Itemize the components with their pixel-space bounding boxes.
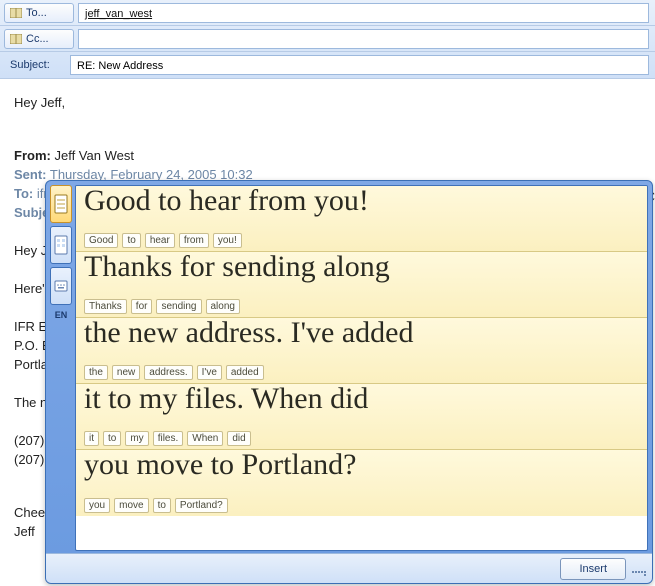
body-greeting: Hey Jeff, xyxy=(14,95,641,110)
recognized-word[interactable]: I've xyxy=(197,365,222,380)
subject-label: Subject: xyxy=(0,59,70,71)
subject-value: RE: New Address xyxy=(77,60,163,72)
recognized-word[interactable]: address. xyxy=(144,365,192,380)
writing-line[interactable]: you move to Portland? you move to Portla… xyxy=(76,450,647,516)
subject-row: Subject: RE: New Address xyxy=(0,52,655,78)
writing-pad[interactable]: Good to hear from you! Good to hear from… xyxy=(75,185,648,551)
recognized-word[interactable]: files. xyxy=(153,431,184,446)
recognized-word[interactable]: sending xyxy=(156,299,201,314)
ink-input-panel: EN Good to hear from you! Good to hear f… xyxy=(45,180,653,584)
cc-field[interactable] xyxy=(78,29,649,49)
keyboard-button[interactable] xyxy=(50,267,72,305)
recognized-word[interactable]: for xyxy=(131,299,153,314)
handwriting-text: the new address. I've added xyxy=(84,316,643,350)
recognized-word[interactable]: Thanks xyxy=(84,299,127,314)
recognized-words: the new address. I've added xyxy=(84,365,264,380)
recognized-word[interactable]: it xyxy=(84,431,99,446)
handwriting-text: it to my files. When did xyxy=(84,382,643,416)
writing-line[interactable]: the new address. I've added the new addr… xyxy=(76,318,647,384)
to-field[interactable]: jeff_van_west xyxy=(78,3,649,23)
recognized-word[interactable]: you xyxy=(84,498,110,513)
recognized-word[interactable]: When xyxy=(187,431,223,446)
recognized-words: Good to hear from you! xyxy=(84,233,242,248)
recognized-word[interactable]: to xyxy=(153,498,171,513)
recognized-word[interactable]: from xyxy=(179,233,209,248)
ink-toolbar: EN xyxy=(50,185,72,551)
recognized-word[interactable]: did xyxy=(227,431,250,446)
recognized-word[interactable]: along xyxy=(206,299,240,314)
ink-panel-footer: Insert xyxy=(46,553,652,583)
recognized-word[interactable]: to xyxy=(103,431,121,446)
address-book-icon xyxy=(10,34,22,44)
character-pad-button[interactable] xyxy=(50,226,72,264)
handwriting-text: Good to hear from you! xyxy=(84,185,643,218)
recognized-word[interactable]: hear xyxy=(145,233,175,248)
recognized-word[interactable]: the xyxy=(84,365,108,380)
recognized-words: it to my files. When did xyxy=(84,431,251,446)
recognized-word[interactable]: added xyxy=(226,365,264,380)
recognized-words: Thanks for sending along xyxy=(84,299,240,314)
to-button[interactable]: To... xyxy=(4,3,74,23)
cc-button[interactable]: Cc... xyxy=(4,29,74,49)
writing-line[interactable]: Good to hear from you! Good to hear from… xyxy=(76,186,647,252)
to-label: To... xyxy=(26,7,47,19)
resize-grip-icon[interactable] xyxy=(632,562,646,576)
recognized-word[interactable]: my xyxy=(125,431,148,446)
recognized-word[interactable]: to xyxy=(122,233,140,248)
handwriting-text: Thanks for sending along xyxy=(84,250,643,284)
recognized-word[interactable]: you! xyxy=(213,233,242,248)
language-indicator[interactable]: EN xyxy=(50,310,72,320)
subject-field[interactable]: RE: New Address xyxy=(70,55,649,75)
compose-header: To... jeff_van_west Cc... Subject: RE: N… xyxy=(0,0,655,79)
cc-row: Cc... xyxy=(0,26,655,52)
quoted-from: From: Jeff Van West xyxy=(14,148,641,163)
recognized-word[interactable]: Portland? xyxy=(175,498,228,513)
recognized-word[interactable]: new xyxy=(112,365,140,380)
to-row: To... jeff_van_west xyxy=(0,0,655,26)
recognized-word[interactable]: Good xyxy=(84,233,118,248)
insert-button[interactable]: Insert xyxy=(560,558,626,580)
address-book-icon xyxy=(10,8,22,18)
to-value: jeff_van_west xyxy=(85,8,152,20)
handwriting-text: you move to Portland? xyxy=(84,448,643,482)
writing-line[interactable]: it to my files. When did it to my files.… xyxy=(76,384,647,450)
writing-pad-button[interactable] xyxy=(50,185,72,223)
cc-label: Cc... xyxy=(26,33,49,45)
recognized-words: you move to Portland? xyxy=(84,498,228,513)
recognized-word[interactable]: move xyxy=(114,498,148,513)
writing-line[interactable]: Thanks for sending along Thanks for send… xyxy=(76,252,647,318)
